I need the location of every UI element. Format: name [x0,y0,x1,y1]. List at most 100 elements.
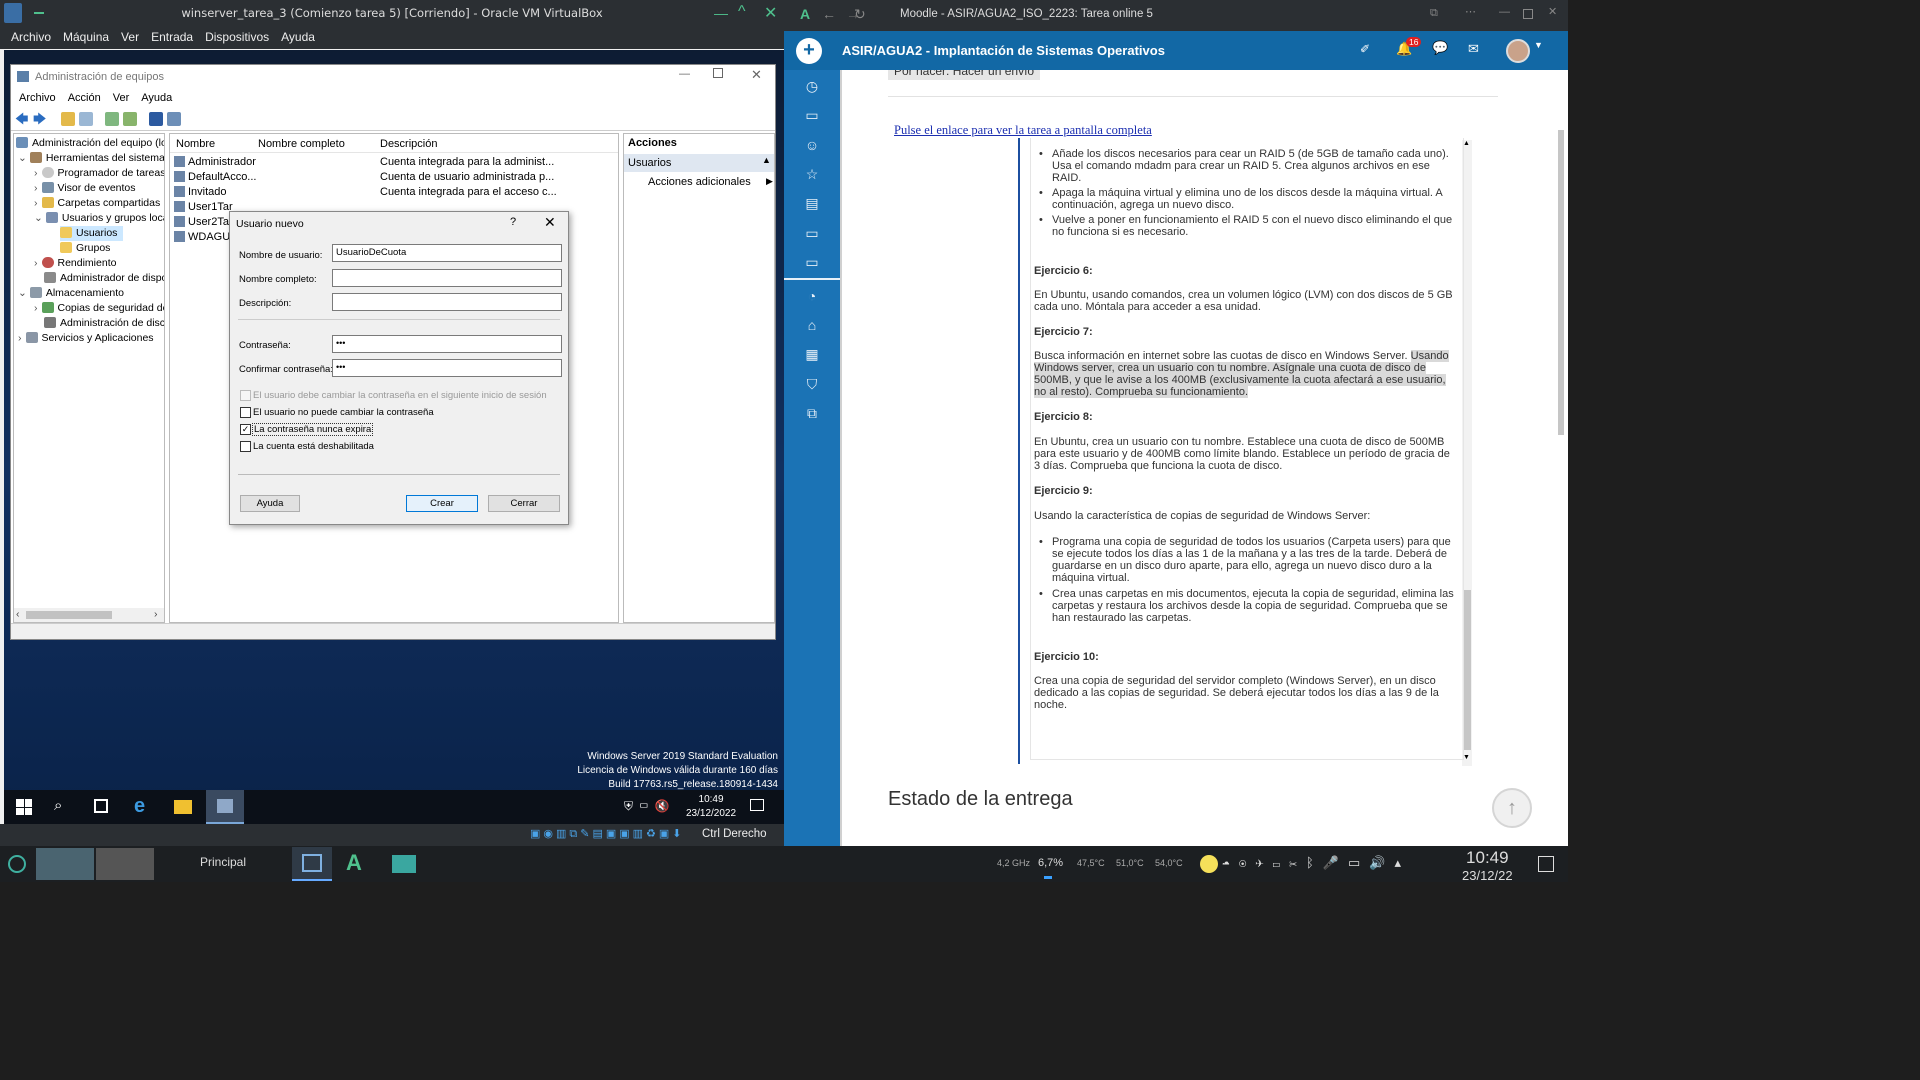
mail-icon[interactable]: ✉ [1468,41,1479,57]
folder-icon[interactable]: ▭ [803,225,821,243]
tree-item[interactable]: › Servicios y Aplicaciones [18,331,154,346]
task-view-icon[interactable] [94,799,108,813]
chat-icon[interactable]: 💬 [1432,40,1448,56]
weather-icon[interactable] [1200,855,1218,873]
close-icon[interactable]: ✕ [544,214,556,231]
windows-start-icon[interactable] [16,799,32,815]
tree-item[interactable]: › Programador de tareas [34,166,164,181]
moodle-taskbar-icon[interactable]: A [346,850,362,876]
menu-archivo[interactable]: Archivo [5,27,57,44]
password-field[interactable]: ••• [332,335,562,353]
page-scrollbar[interactable] [1556,130,1566,450]
edge-icon[interactable]: e [134,795,145,818]
back-icon[interactable]: 🡄 [15,110,29,126]
chevron-down-icon[interactable]: ▼ [1534,40,1543,50]
calendar-icon[interactable]: ▦ [803,346,821,364]
app-launcher-icon[interactable] [8,855,26,873]
chevron-right-icon[interactable]: › [34,302,38,314]
guest-screen[interactable]: Administración de equipos — ✕ Archivo Acc… [4,50,784,824]
back-to-top-button[interactable]: ↑ [1492,788,1532,828]
minimize-icon[interactable]: — [714,5,728,21]
users-icon[interactable]: ☺ [803,137,821,155]
cm-menu-ayuda[interactable]: Ayuda [135,89,178,104]
fullname-field[interactable] [332,269,562,287]
add-icon[interactable]: + [796,38,822,64]
tray-icons[interactable]: ☁◉✈▭✂ᛒ🎤▭🔊▴ [1222,855,1410,871]
scroll-right-icon[interactable]: › [154,608,158,620]
col-header-desc[interactable]: Descripción [380,138,437,150]
col-header-name[interactable]: Nombre [176,138,215,150]
screenshot-icon[interactable]: ⧉ [1430,7,1438,20]
description-field[interactable] [332,293,562,311]
workspace-label[interactable]: Principal [200,855,246,869]
tree-item[interactable]: Administrador de dispo [44,271,164,286]
files-icon[interactable]: ⧉ [803,405,821,423]
cm-menu-ver[interactable]: Ver [107,89,136,104]
col-header-fullname[interactable]: Nombre completo [258,138,345,150]
help-icon[interactable] [149,112,163,126]
menu-ayuda[interactable]: Ayuda [275,27,321,44]
chevron-down-icon[interactable]: ⌄ [34,212,43,224]
tree-item[interactable]: › Carpetas compartidas [34,196,160,211]
folder-icon[interactable]: ▭ [803,107,821,125]
tree-item[interactable]: Administración del equipo (loc [16,136,164,151]
dialog-help-button[interactable]: ? [510,216,516,228]
scroll-left-icon[interactable]: ‹ [16,608,20,620]
reload-icon[interactable]: ↻ [854,6,866,23]
folder-icon[interactable]: ▭ [803,254,821,272]
menu-entrada[interactable]: Entrada [145,27,199,44]
menu-ver[interactable]: Ver [115,27,145,44]
cannot-change-password-checkbox[interactable] [240,407,251,418]
confirm-password-field[interactable]: ••• [332,359,562,377]
export-icon[interactable] [123,112,137,126]
forward-icon[interactable]: 🡆 [33,110,47,126]
chevron-right-icon[interactable]: › [34,182,38,194]
dashboard-icon[interactable]: ◔ [803,288,821,306]
maximize-icon[interactable] [1523,9,1533,19]
chevron-right-icon[interactable]: › [34,197,38,209]
close-icon[interactable]: ✕ [1548,5,1557,18]
chevron-right-icon[interactable]: › [18,332,22,344]
book-icon[interactable]: ▤ [803,195,821,213]
guest-clock[interactable]: 10:49 23/12/2022 [686,793,736,821]
avatar[interactable] [1506,39,1530,63]
must-change-password-checkbox[interactable] [240,390,251,401]
home-icon[interactable]: ⌂ [803,317,821,335]
tray-icons[interactable]: ⛨▭🔇 [624,799,676,814]
table-row[interactable]: Administrador Cuenta integrada para la ad… [174,156,614,171]
maximize-icon[interactable]: ^ [738,3,746,21]
actions-more-item[interactable]: Acciones adicionales ▶ [648,176,773,188]
tree-item[interactable]: ⌄ Almacenamiento [18,286,124,301]
fullscreen-link[interactable]: Pulse el enlace para ver la tarea a pant… [894,123,1152,138]
help-button[interactable]: Ayuda [240,495,300,512]
scroll-up-icon[interactable]: ▲ [1463,140,1470,147]
tree-item[interactable]: ⌄ Herramientas del sistema [18,151,164,166]
menu-dispositivos[interactable]: Dispositivos [199,27,275,44]
close-icon[interactable]: ✕ [764,3,777,23]
never-expires-checkbox[interactable]: ✓ [240,424,251,435]
refresh-icon[interactable] [105,112,119,126]
host-clock[interactable]: 10:49 23/12/22 [1462,848,1513,883]
files-taskbar-icon[interactable] [392,855,416,873]
account-disabled-checkbox[interactable] [240,441,251,452]
properties-icon[interactable] [167,112,181,126]
tree-item[interactable]: Grupos [60,241,110,256]
cm-menu-archivo[interactable]: Archivo [13,89,62,104]
scroll-thumb[interactable] [1463,590,1471,750]
chevron-down-icon[interactable]: ⌄ [18,152,27,164]
workspace-thumb[interactable] [96,848,154,880]
collapse-icon[interactable]: ▲ [762,155,771,165]
graduation-icon[interactable]: ⛉ [803,376,821,394]
horizontal-scrollbar[interactable]: ‹ › [14,608,164,622]
show-desktop-icon[interactable] [1538,856,1554,872]
minimize-icon[interactable]: — [679,68,690,80]
scroll-down-icon[interactable]: ▼ [1463,754,1470,761]
cm-menu-accion[interactable]: Acción [62,89,107,104]
tree-item-selected[interactable]: Usuarios [60,226,124,241]
up-folder-icon[interactable] [61,112,75,126]
workspace-thumb[interactable] [36,848,94,880]
show-tree-icon[interactable] [79,112,93,126]
username-field[interactable]: UsuarioDeCuota [332,244,562,262]
chevron-down-icon[interactable]: ⌄ [18,287,27,299]
scroll-thumb[interactable] [26,611,112,619]
